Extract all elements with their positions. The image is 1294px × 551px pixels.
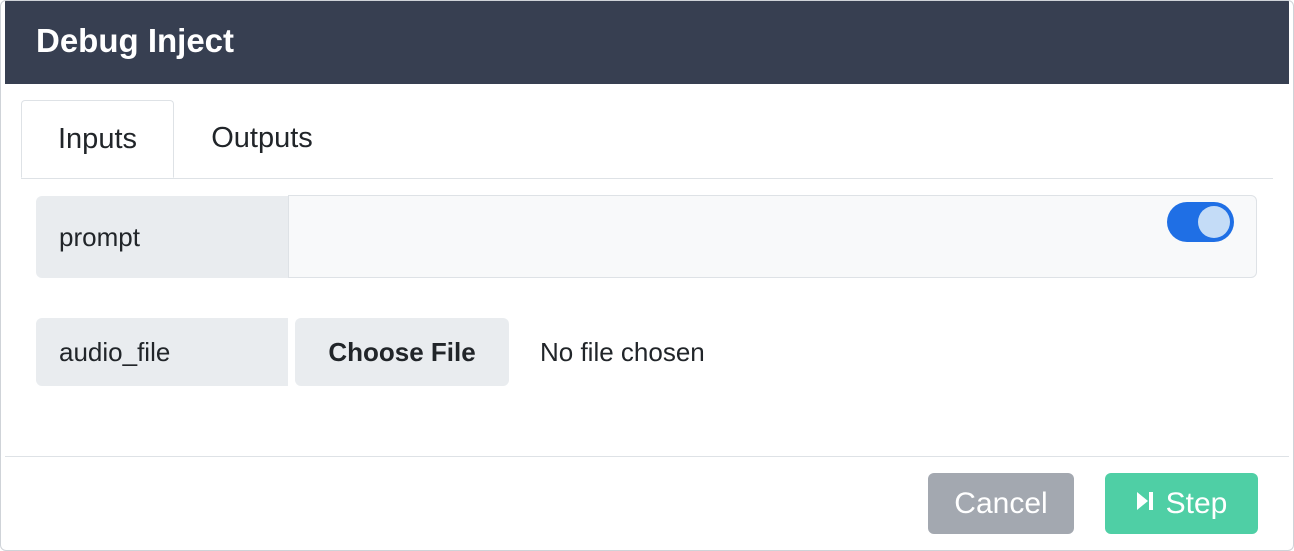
footer-divider xyxy=(5,456,1289,457)
tab-outputs[interactable]: Outputs xyxy=(187,100,337,177)
modal-title: Debug Inject xyxy=(36,22,235,59)
prompt-toggle[interactable] xyxy=(1167,202,1234,242)
file-status-text: No file chosen xyxy=(540,337,705,367)
step-button[interactable]: Step xyxy=(1105,473,1258,534)
modal-header: Debug Inject xyxy=(5,1,1289,84)
toggle-knob xyxy=(1198,206,1230,238)
audio-file-label: audio_file xyxy=(36,318,288,386)
cancel-button[interactable]: Cancel xyxy=(928,473,1074,534)
tab-inputs[interactable]: Inputs xyxy=(21,100,174,178)
prompt-input[interactable] xyxy=(288,195,1257,278)
choose-file-button[interactable]: Choose File xyxy=(295,318,509,386)
step-forward-icon xyxy=(1136,472,1154,533)
prompt-label: prompt xyxy=(36,196,288,278)
debug-inject-modal: Debug Inject Inputs Outputs prompt audio… xyxy=(0,0,1294,551)
step-label: Step xyxy=(1165,487,1228,520)
tab-bar: Inputs Outputs xyxy=(21,100,1273,179)
